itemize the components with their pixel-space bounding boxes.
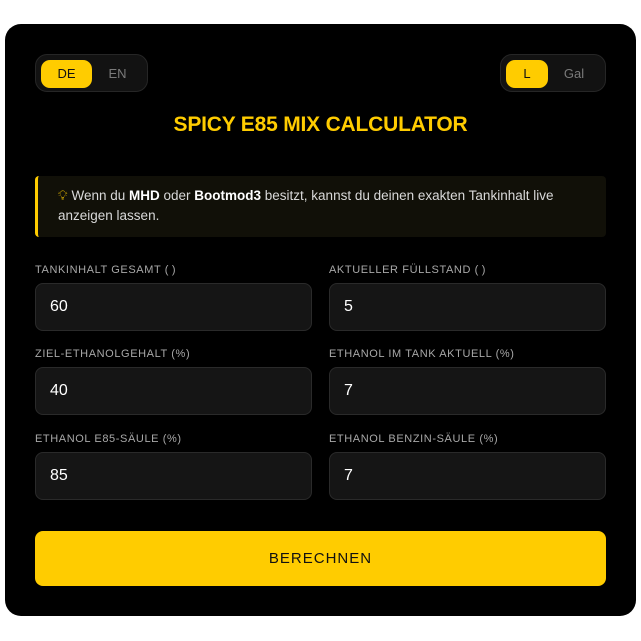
- current-ethanol-field: ETHANOL IM TANK AKTUELL (%) 7: [329, 348, 606, 415]
- calculator-card: DE EN L Gal SPICY E85 MIX CALCULATOR 💡︎ W…: [5, 24, 636, 616]
- current-ethanol-label: ETHANOL IM TANK AKTUELL (%): [329, 348, 515, 360]
- info-hint: 💡︎ Wenn du MHD oder Bootmod3 besitzt, kan…: [35, 176, 606, 237]
- hint-bold-bootmod3: Bootmod3: [194, 188, 262, 203]
- e85-pump-label: ETHANOL E85-SÄULE (%): [35, 433, 182, 445]
- unit-option-liters[interactable]: L: [506, 60, 548, 88]
- e85-pump-input[interactable]: 85: [35, 452, 312, 500]
- hint-bold-mhd: MHD: [129, 188, 160, 203]
- petrol-pump-input[interactable]: 7: [329, 452, 606, 500]
- unit-toggle: L Gal: [500, 54, 606, 92]
- lightbulb-icon: 💡︎: [58, 188, 68, 203]
- current-ethanol-input[interactable]: 7: [329, 367, 606, 415]
- hint-text-middle: oder: [159, 188, 195, 203]
- current-fill-input[interactable]: 5: [329, 283, 606, 331]
- language-option-de[interactable]: DE: [41, 60, 92, 88]
- language-option-en[interactable]: EN: [92, 60, 143, 88]
- target-ethanol-field: ZIEL-ETHANOLGEHALT (%) 40: [35, 348, 312, 415]
- calculate-button[interactable]: BERECHNEN: [35, 531, 606, 586]
- tank-total-label: TANKINHALT GESAMT ( ): [35, 264, 177, 276]
- page-title: SPICY E85 MIX CALCULATOR: [173, 113, 468, 136]
- current-fill-label: AKTUELLER FÜLLSTAND ( ): [329, 264, 486, 276]
- petrol-pump-label: ETHANOL BENZIN-SÄULE (%): [329, 433, 499, 445]
- tank-total-field: TANKINHALT GESAMT ( ) 60: [35, 264, 312, 331]
- target-ethanol-label: ZIEL-ETHANOLGEHALT (%): [35, 348, 191, 360]
- language-toggle: DE EN: [35, 54, 148, 92]
- petrol-pump-field: ETHANOL BENZIN-SÄULE (%) 7: [329, 433, 606, 500]
- tank-total-input[interactable]: 60: [35, 283, 312, 331]
- hint-text-before: Wenn du: [71, 188, 129, 203]
- target-ethanol-input[interactable]: 40: [35, 367, 312, 415]
- unit-option-gallons[interactable]: Gal: [548, 60, 600, 88]
- current-fill-field: AKTUELLER FÜLLSTAND ( ) 5: [329, 264, 606, 331]
- e85-pump-field: ETHANOL E85-SÄULE (%) 85: [35, 433, 312, 500]
